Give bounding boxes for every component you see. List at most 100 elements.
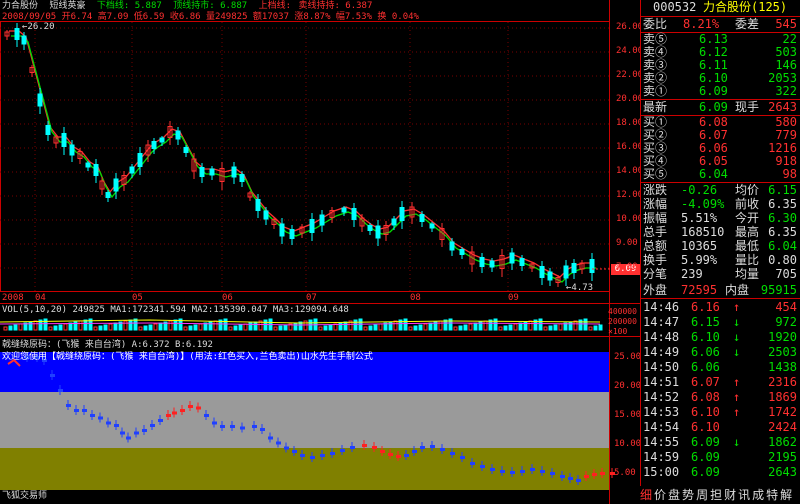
tick-price: 6.10 [691,420,720,434]
tick-volume: 2503 [768,345,797,359]
tick-row[interactable]: 14:49 6.06 ↓ 2503 [641,345,800,360]
tab-7[interactable]: 讯 [738,488,750,502]
tab-2[interactable]: 盘 [668,488,680,502]
time-axis-label: 09 [508,293,519,303]
candle-body [85,162,91,168]
tab-8[interactable]: 成 [752,488,764,502]
volume-bar [193,324,198,331]
tab-0[interactable]: 细 [640,488,652,502]
candle-body [175,130,181,140]
stat-label: 量比 [735,253,760,267]
waipan-label: 外盘 [643,283,668,297]
tick-row[interactable]: 14:59 6.09 2195 [641,450,800,465]
volume-header: VOL(5,10,20) 249825 MA1:172341.594 MA2:1… [2,305,349,315]
stat-row: 总手 168510 最高 6.35 [641,225,800,239]
candle-body [263,210,269,220]
tab-10[interactable]: 解 [780,488,792,502]
tick-row[interactable]: 14:54 6.10 2424 [641,420,800,435]
ask-volume: 322 [775,84,797,98]
volume-bar [138,326,143,331]
tick-row[interactable]: 14:52 6.08 ↑ 1869 [641,390,800,405]
tick-volume: 2195 [768,450,797,464]
tick-price: 6.09 [691,465,720,479]
volume-bar [53,325,58,331]
tick-price: 6.08 [691,390,720,404]
volume-bar [498,326,503,331]
tick-row[interactable]: 14:47 6.15 ↓ 972 [641,315,800,330]
legend-item-3: 上档线: [258,1,297,11]
app-footer-name: 飞狐交易师 [2,491,48,501]
candle-body [137,153,143,167]
candle-body [209,168,215,176]
arrow-up-icon: ↑ [733,390,741,404]
tick-time: 15:00 [643,465,680,479]
volume-bar [413,325,418,331]
stat-label: 最低 [735,239,760,253]
candle-body [45,125,51,135]
chart-header: 力合股份 短线英豪 下档线: 5.887 顶线持市: 6.887 上档线: 卖线… [2,1,372,12]
bid-price: 6.04 [699,167,728,181]
candle-body [183,147,189,153]
tick-row[interactable]: 14:46 6.16 ↑ 454 [641,300,800,315]
stat-value: -4.09% [681,197,725,211]
time-axis-label: 08 [410,293,421,303]
volume-bar [3,326,8,331]
tick-row[interactable]: 14:48 6.10 ↓ 1920 [641,330,800,345]
stat-label: 换手 [643,253,668,267]
volume-bar [123,320,128,331]
tick-volume: 2316 [768,375,797,389]
stat-row: 换手 5.99% 量比 0.80 [641,253,800,267]
chart-area[interactable]: 力合股份 短线英豪 下档线: 5.887 顶线持市: 6.887 上档线: 卖线… [0,0,643,504]
tab-3[interactable]: 势 [682,488,694,502]
low-price-label: ←4.73 [566,283,594,293]
stat-row: 总额 10365 最低 6.04 [641,239,800,253]
candle-body [105,192,111,198]
stock-code: 000532 [653,0,697,14]
tab-9[interactable]: 特 [766,488,778,502]
volume-bar [173,319,178,331]
tab-5[interactable]: 担 [710,488,722,502]
volume-bar [468,323,473,331]
candle-body [589,259,595,273]
candle-body [399,207,405,221]
tick-row[interactable]: 14:51 6.07 ↑ 2316 [641,375,800,390]
tab-4[interactable]: 周 [696,488,708,502]
stat-value: 10365 [681,239,718,253]
volume-bar [403,318,408,331]
tick-price: 6.10 [691,330,720,344]
tab-1[interactable]: 价 [654,488,666,502]
volume-bar [463,324,468,331]
candle-body [563,265,569,279]
candle-body [539,266,545,278]
stat-row: 涨幅 -4.09% 前收 6.35 [641,197,800,211]
band-gray [0,392,609,448]
candle-body [319,214,325,226]
volume-bar [323,325,328,331]
stat-value: -0.26 [681,183,718,197]
tick-row[interactable]: 15:00 6.09 2643 [641,465,800,480]
candle-body [479,257,485,267]
candle-body [375,225,381,239]
tick-row[interactable]: 14:50 6.06 1438 [641,360,800,375]
volume-bar [253,321,258,331]
tick-price: 6.09 [691,435,720,449]
tick-volume: 1869 [768,390,797,404]
volume-bar [373,324,378,331]
tick-row[interactable]: 14:53 6.10 ↑ 1742 [641,405,800,420]
volume-bar [83,319,88,331]
tick-time: 14:53 [643,405,680,419]
arrow-up-icon: ↑ [733,405,741,419]
tick-row[interactable]: 14:55 6.09 ↓ 1862 [641,435,800,450]
volume-bar [428,322,433,331]
candle-body [231,166,237,178]
peak-value: 26.20 [27,22,55,32]
kline-chart[interactable] [0,0,640,504]
volume-bar [483,320,488,331]
stat-value: 239 [681,267,703,281]
tick-volume: 2643 [768,465,797,479]
candle-body [93,164,99,176]
panel2-title: 戟缝绕原码：(飞猴 来自台湾) A:6.372 B:6.192 [2,340,213,350]
candle-body [129,166,135,174]
tab-6[interactable]: 财 [724,488,736,502]
tick-price: 6.07 [691,375,720,389]
